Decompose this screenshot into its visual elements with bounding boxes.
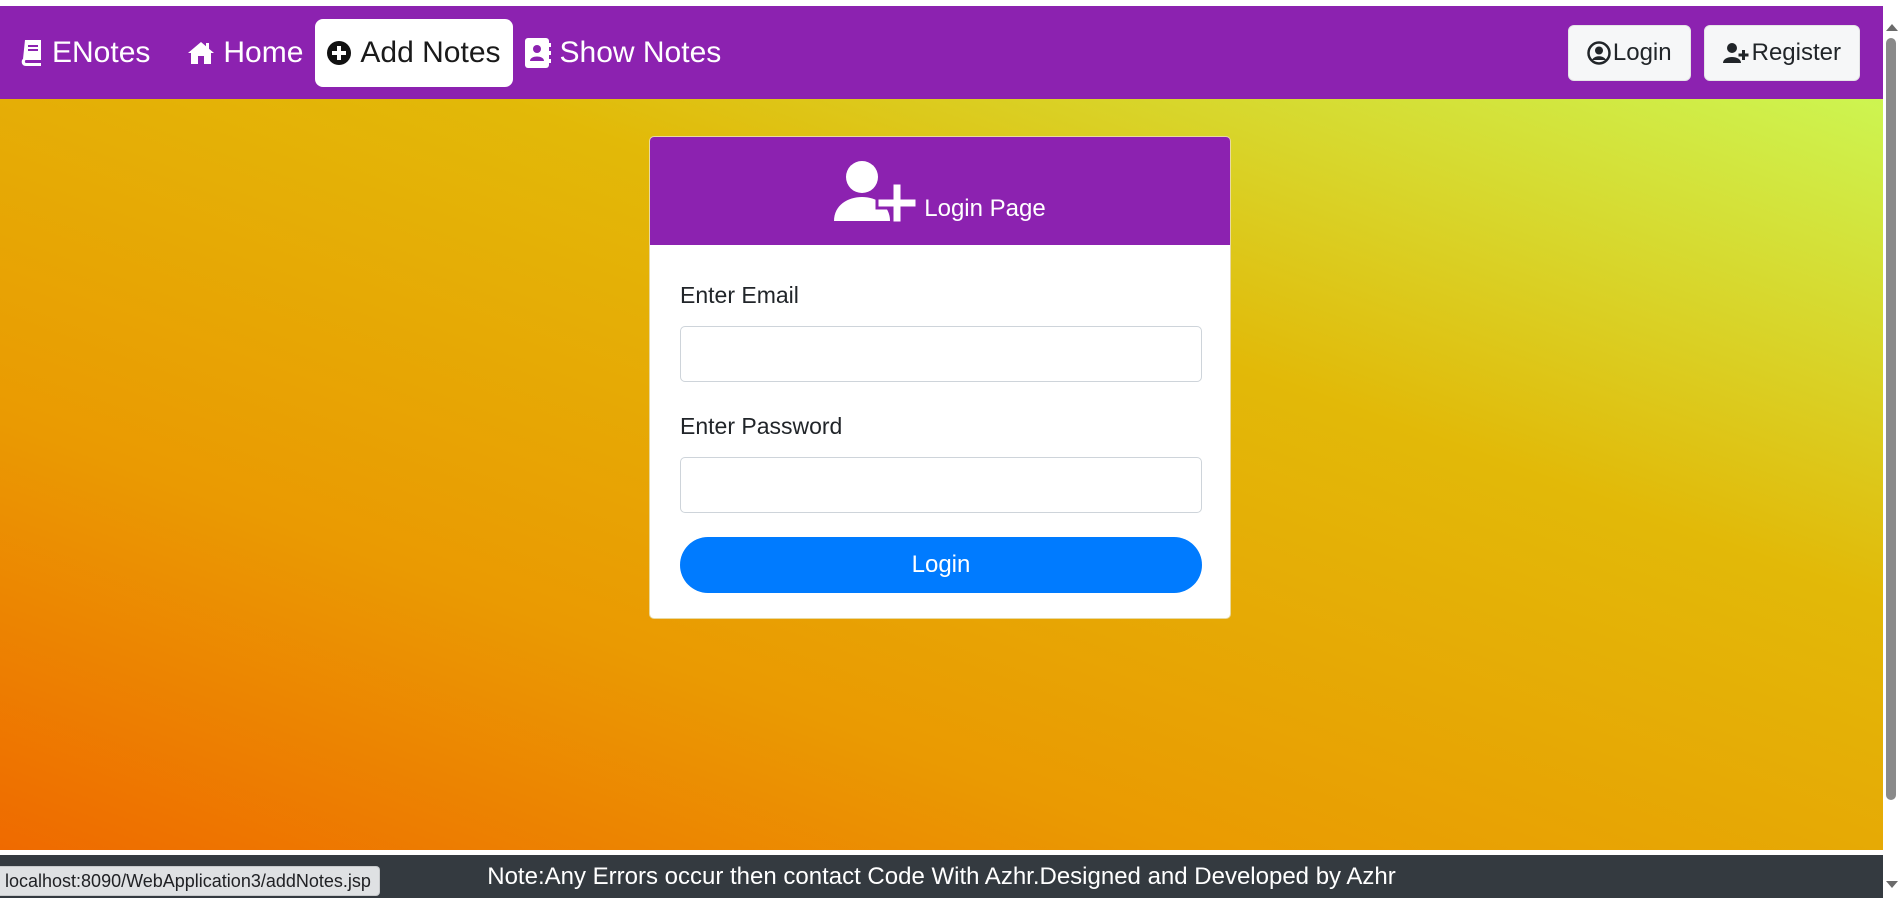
login-nav-label: Login <box>1612 38 1672 66</box>
book-icon <box>21 39 41 66</box>
login-form: Enter Email Enter Password Login <box>650 282 1230 593</box>
home-icon <box>188 41 215 64</box>
nav-link-add-notes-label: Add Notes <box>360 35 501 69</box>
user-plus-icon <box>1722 42 1749 63</box>
scrollbar-thumb[interactable] <box>1886 38 1896 800</box>
nav-auth-group: Login Register <box>1555 24 1860 81</box>
login-submit-button[interactable]: Login <box>680 537 1202 593</box>
password-label: Enter Password <box>680 413 843 439</box>
scroll-up-arrow-icon[interactable] <box>1886 24 1898 31</box>
nav-link-add-notes[interactable]: Add Notes <box>315 18 513 87</box>
brand-link[interactable]: ENotes <box>20 36 150 70</box>
login-card-header: Login Page <box>650 137 1230 245</box>
email-field[interactable] <box>680 326 1202 382</box>
nav-link-home-label: Home <box>223 35 304 69</box>
email-label: Enter Email <box>680 282 799 308</box>
register-nav-button[interactable]: Register <box>1703 24 1860 81</box>
address-book-icon <box>524 37 551 68</box>
nav-link-show-notes-label: Show Notes <box>559 35 722 69</box>
navbar: ENotes Home Add Notes Show Notes Login R… <box>0 6 1883 99</box>
vertical-scrollbar[interactable] <box>1883 0 1899 903</box>
status-bar-url: localhost:8090/WebApplication3/addNotes.… <box>0 866 380 896</box>
nav-link-home[interactable]: Home <box>176 19 315 87</box>
login-card-title: Login Page <box>924 195 1046 222</box>
scroll-down-arrow-icon[interactable] <box>1886 881 1898 888</box>
bottom-strip <box>0 898 1899 903</box>
register-nav-label: Register <box>1751 38 1841 66</box>
footer-text: Note:Any Errors occur then contact Code … <box>487 862 1396 890</box>
brand-label: ENotes <box>52 35 151 69</box>
nav-link-show-notes[interactable]: Show Notes <box>513 19 734 87</box>
password-field[interactable] <box>680 457 1202 513</box>
login-card: Login Page Enter Email Enter Password Lo… <box>649 136 1231 619</box>
login-nav-button[interactable]: Login <box>1567 24 1691 81</box>
main-content: Login Page Enter Email Enter Password Lo… <box>0 99 1883 850</box>
plus-circle-icon <box>327 40 352 65</box>
user-circle-icon <box>1587 40 1611 65</box>
user-plus-icon <box>834 161 919 223</box>
